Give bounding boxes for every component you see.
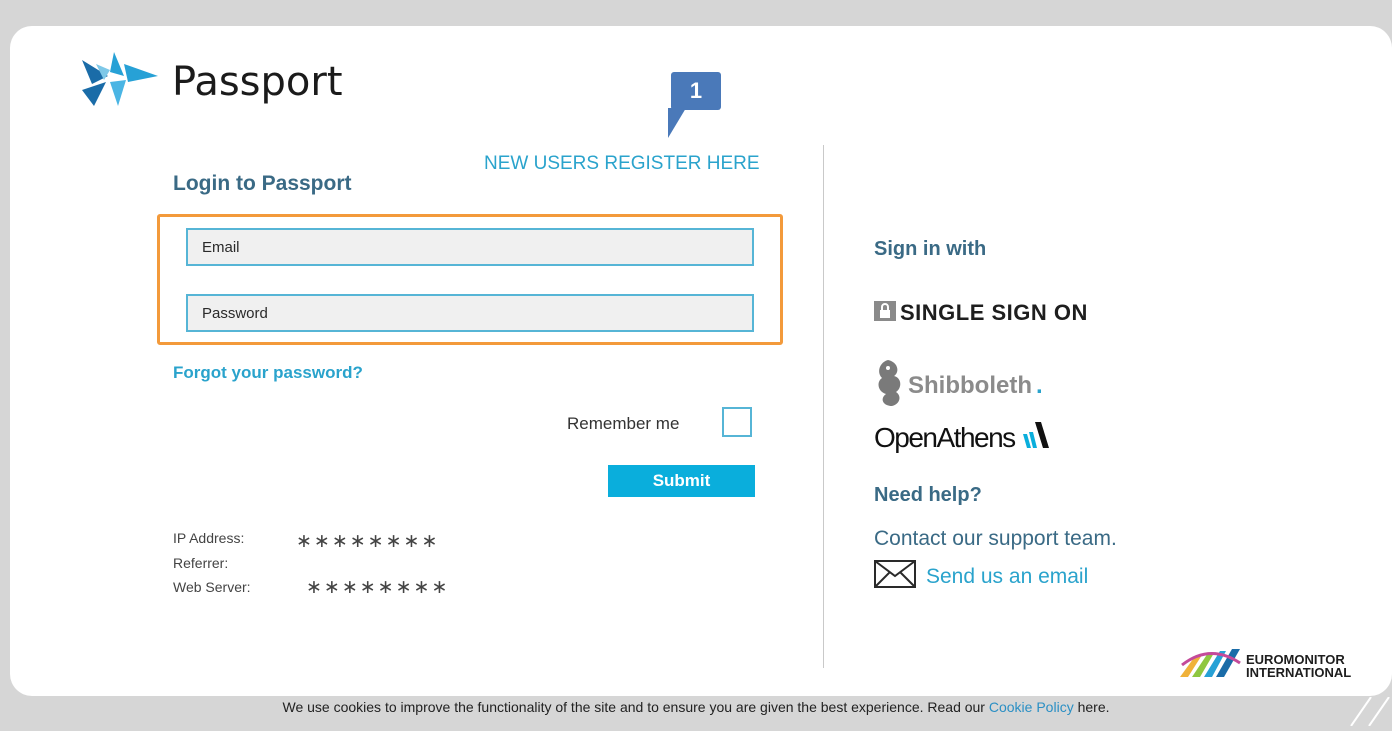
email-field[interactable] — [186, 228, 754, 266]
cookie-text-after: here. — [1077, 699, 1110, 715]
cookie-banner: We use cookies to improve the functional… — [0, 699, 1392, 715]
cookie-text-before: We use cookies to improve the functional… — [282, 699, 985, 715]
ip-address-label: IP Address: — [173, 530, 245, 546]
need-help-heading: Need help? — [874, 484, 982, 506]
vertical-divider — [823, 145, 824, 668]
envelope-icon — [874, 560, 916, 593]
referrer-label: Referrer: — [173, 555, 229, 571]
contact-support-text: Contact our support team. — [874, 527, 1117, 550]
openathens-icon — [1019, 420, 1049, 455]
passport-logo: Passport — [80, 50, 343, 113]
ip-address-value: ∗∗∗∗∗∗∗∗ — [296, 531, 440, 552]
euromonitor-logo: EUROMONITOR INTERNATIONAL — [1180, 649, 1351, 682]
passport-logo-icon — [80, 50, 158, 113]
shibboleth-dot: . — [1035, 371, 1043, 399]
euromonitor-line2: INTERNATIONAL — [1246, 664, 1352, 680]
cookie-policy-link[interactable]: Cookie Policy — [989, 699, 1074, 715]
remember-me-label: Remember me — [567, 414, 680, 433]
submit-button[interactable]: Submit — [608, 465, 755, 497]
step-callout: 1 — [671, 72, 721, 110]
sso-label: SINGLE SIGN ON — [900, 300, 1088, 325]
register-link[interactable]: NEW USERS REGISTER HERE — [484, 153, 760, 175]
shibboleth-dragon-icon — [874, 358, 904, 413]
forgot-password-link[interactable]: Forgot your password? — [173, 363, 363, 383]
login-title: Login to Passport — [173, 172, 352, 195]
web-server-value: ∗∗∗∗∗∗∗∗ — [306, 577, 450, 598]
login-card — [10, 26, 1392, 696]
callout-tail — [668, 108, 686, 138]
web-server-label: Web Server: — [173, 579, 251, 595]
openathens-button[interactable]: OpenAthens — [874, 420, 1049, 455]
openathens-label: OpenAthens — [874, 421, 1016, 453]
password-field[interactable] — [186, 294, 754, 332]
euromonitor-text: EUROMONITOR INTERNATIONAL — [1246, 653, 1351, 679]
app-title: Passport — [172, 58, 343, 105]
send-email-link[interactable]: Send us an email — [926, 565, 1088, 589]
single-sign-on-button[interactable]: SINGLE SIGN ON — [874, 300, 1088, 326]
email-support[interactable]: Send us an email — [874, 560, 1088, 593]
euromonitor-arch-icon — [1180, 649, 1242, 682]
lock-icon — [874, 300, 896, 326]
shibboleth-label: Shibboleth — [908, 371, 1032, 399]
shibboleth-button[interactable]: Shibboleth . — [874, 358, 1043, 413]
sign-in-with-heading: Sign in with — [874, 238, 987, 260]
remember-me-checkbox[interactable] — [722, 407, 752, 437]
